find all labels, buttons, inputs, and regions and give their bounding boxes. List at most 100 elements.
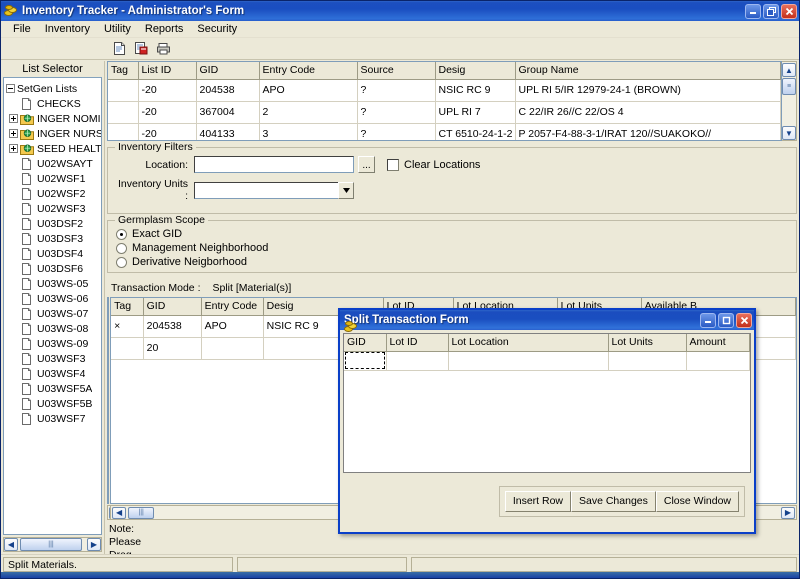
- close-icon[interactable]: [736, 312, 752, 328]
- location-input[interactable]: [194, 156, 354, 173]
- cell-group-name[interactable]: C 22/IR 26//C 22/OS 4: [515, 101, 781, 124]
- sidebar-item-u03ws-08[interactable]: U03WS-08: [6, 321, 101, 336]
- menu-item-inventory[interactable]: Inventory: [38, 22, 97, 36]
- radio-button-selected[interactable]: [116, 228, 127, 240]
- sidebar-item-u03dsf4[interactable]: U03DSF4: [6, 246, 101, 261]
- column-header-list-id[interactable]: List ID: [138, 62, 197, 80]
- cell-tag[interactable]: [108, 315, 109, 337]
- cell-source[interactable]: ?: [357, 123, 436, 140]
- sidebar-item-u03ws-09[interactable]: U03WS-09: [6, 336, 101, 351]
- cell-amount[interactable]: [686, 351, 750, 371]
- cell-tag[interactable]: [108, 123, 139, 140]
- radio-button[interactable]: [116, 242, 127, 254]
- restore-icon[interactable]: [763, 3, 779, 19]
- cell-list-id[interactable]: -20: [138, 101, 197, 124]
- cell-group-name[interactable]: P 2057-F4-88-3-1/IRAT 120//SUAKOKO//: [515, 123, 781, 140]
- top-grid-vertical-scrollbar[interactable]: ▲ ≡ ▼: [782, 61, 797, 141]
- tree-node-root[interactable]: SetGen Lists: [6, 81, 101, 96]
- cell-tag[interactable]: [108, 79, 139, 102]
- inventory-units-select[interactable]: [194, 181, 354, 199]
- cell-gid[interactable]: 367004: [196, 101, 260, 124]
- collapse-minus-icon[interactable]: [6, 84, 15, 93]
- close-window-button[interactable]: Close Window: [655, 490, 739, 512]
- sidebar-item-u02wsf2[interactable]: U02WSF2: [6, 186, 101, 201]
- column-header-gid[interactable]: GID: [344, 334, 387, 352]
- cell-entry-code[interactable]: [201, 337, 264, 360]
- cell-source[interactable]: ?: [357, 101, 436, 124]
- source-grid[interactable]: Tag GID Entry Code Desig 204538: [107, 297, 109, 504]
- cell-desig[interactable]: NSIC RC 9: [435, 79, 516, 102]
- sidebar-item-u02wsf3[interactable]: U02WSF3: [6, 201, 101, 216]
- sidebar-item-inger-nurse[interactable]: INGER NURSE: [6, 126, 101, 141]
- cell-source[interactable]: ?: [357, 79, 436, 102]
- import-list-icon[interactable]: [131, 39, 151, 58]
- cell-lot-id[interactable]: [386, 351, 449, 371]
- cell-entry-code[interactable]: APO: [201, 315, 264, 338]
- cell-gid[interactable]: 404133: [196, 123, 260, 140]
- menu-item-file[interactable]: File: [6, 22, 38, 36]
- new-document-icon[interactable]: [109, 39, 129, 58]
- cell-desig[interactable]: UPL RI 7: [435, 101, 516, 124]
- minimize-icon[interactable]: [745, 3, 761, 19]
- split-rows-grid[interactable]: GID Lot ID Lot Location Lot Units Amount: [343, 333, 751, 473]
- cell-list-id[interactable]: -20: [138, 79, 197, 102]
- menu-item-utility[interactable]: Utility: [97, 22, 138, 36]
- sidebar-item-checks[interactable]: CHECKS: [6, 96, 101, 111]
- table-row[interactable]: [344, 351, 750, 371]
- table-row[interactable]: 404133 3 CT 6510-: [108, 381, 109, 403]
- chevron-down-icon[interactable]: [338, 181, 354, 199]
- sidebar-item-u03wsf3[interactable]: U03WSF3: [6, 351, 101, 366]
- table-row[interactable]: 204538 APO NSIC RC: [108, 315, 109, 337]
- column-header-gid[interactable]: GID: [143, 298, 202, 316]
- menu-item-security[interactable]: Security: [190, 22, 244, 36]
- sidebar-item-u03ws-05[interactable]: U03WS-05: [6, 276, 101, 291]
- cell-gid[interactable]: 20: [143, 337, 202, 360]
- scroll-right-icon[interactable]: ▶: [781, 506, 795, 519]
- cell-tag[interactable]: [111, 337, 144, 360]
- cell-group-name[interactable]: UPL RI 5/IR 12979-24-1 (BROWN): [515, 79, 781, 102]
- cell-tag[interactable]: [108, 381, 109, 403]
- restore-icon[interactable]: [718, 312, 734, 328]
- sidebar-item-u03ws-06[interactable]: U03WS-06: [6, 291, 101, 306]
- column-header-source[interactable]: Source: [357, 62, 436, 80]
- radio-derivative-neighborhood[interactable]: Derivative Neigborhood: [116, 255, 790, 269]
- cell-tag[interactable]: [108, 337, 109, 359]
- scroll-left-icon[interactable]: ◀: [112, 506, 127, 519]
- sidebar-item-u03dsf2[interactable]: U03DSF2: [6, 216, 101, 231]
- sidebar-item-seed-health[interactable]: SEED HEALTI: [6, 141, 101, 156]
- sidebar-item-u03dsf6[interactable]: U03DSF6: [6, 261, 101, 276]
- table-row[interactable]: -20 204538 APO ? NSIC RC 9 UPL RI 5/IR 1…: [108, 79, 781, 102]
- column-header-lot-id[interactable]: Lot ID: [386, 334, 449, 352]
- table-row[interactable]: -20 367004 2 ? UPL RI 7 C 22/IR 26//C 22…: [108, 101, 781, 124]
- scroll-right-icon[interactable]: ▶: [87, 538, 101, 551]
- radio-management-neighborhood[interactable]: Management Neighborhood: [116, 241, 790, 255]
- scroll-down-icon[interactable]: ▼: [782, 126, 796, 140]
- column-header-entry-code[interactable]: Entry Code: [201, 298, 264, 316]
- sidebar-horizontal-scrollbar[interactable]: ◀ ||| ▶: [3, 537, 102, 552]
- table-row[interactable]: 204538 APO NSIC RC: [108, 337, 109, 359]
- table-row[interactable]: -20 404133 3 ? CT 6510-24-1-2 P 2057-F4-…: [108, 123, 781, 140]
- table-row[interactable]: 367004 2 UPL RI 7: [108, 359, 109, 381]
- radio-button[interactable]: [116, 256, 127, 268]
- column-header-amount[interactable]: Amount: [686, 334, 750, 352]
- menu-item-reports[interactable]: Reports: [138, 22, 191, 36]
- expand-plus-icon[interactable]: [9, 144, 18, 153]
- cell-lot-units[interactable]: [608, 351, 687, 371]
- inventory-units-value[interactable]: [194, 181, 338, 199]
- clear-locations-checkbox[interactable]: [387, 158, 399, 171]
- cell-lot-location[interactable]: [448, 351, 609, 371]
- location-browse-button[interactable]: ...: [358, 156, 375, 173]
- cell-tag[interactable]: [108, 101, 139, 124]
- insert-row-button[interactable]: Insert Row: [504, 490, 571, 512]
- radio-exact-gid[interactable]: Exact GID: [116, 227, 790, 241]
- split-transaction-dialog[interactable]: Split Transaction Form GID Lot ID Lot Lo…: [338, 308, 756, 534]
- cell-tag[interactable]: [108, 403, 109, 425]
- materials-grid[interactable]: Tag List ID GID Entry Code Source Desig …: [107, 61, 782, 141]
- list-selector-tree[interactable]: SetGen Lists CHECKS INGER NOMI INGER NUR…: [3, 77, 102, 535]
- sidebar-item-u02wsf1[interactable]: U02WSF1: [6, 171, 101, 186]
- column-header-lot-units[interactable]: Lot Units: [608, 334, 687, 352]
- column-header-entry-code[interactable]: Entry Code: [259, 62, 358, 80]
- sidebar-item-u02wsayt[interactable]: U02WSAYT: [6, 156, 101, 171]
- column-header-tag[interactable]: Tag: [108, 62, 139, 80]
- save-changes-button[interactable]: Save Changes: [571, 490, 656, 512]
